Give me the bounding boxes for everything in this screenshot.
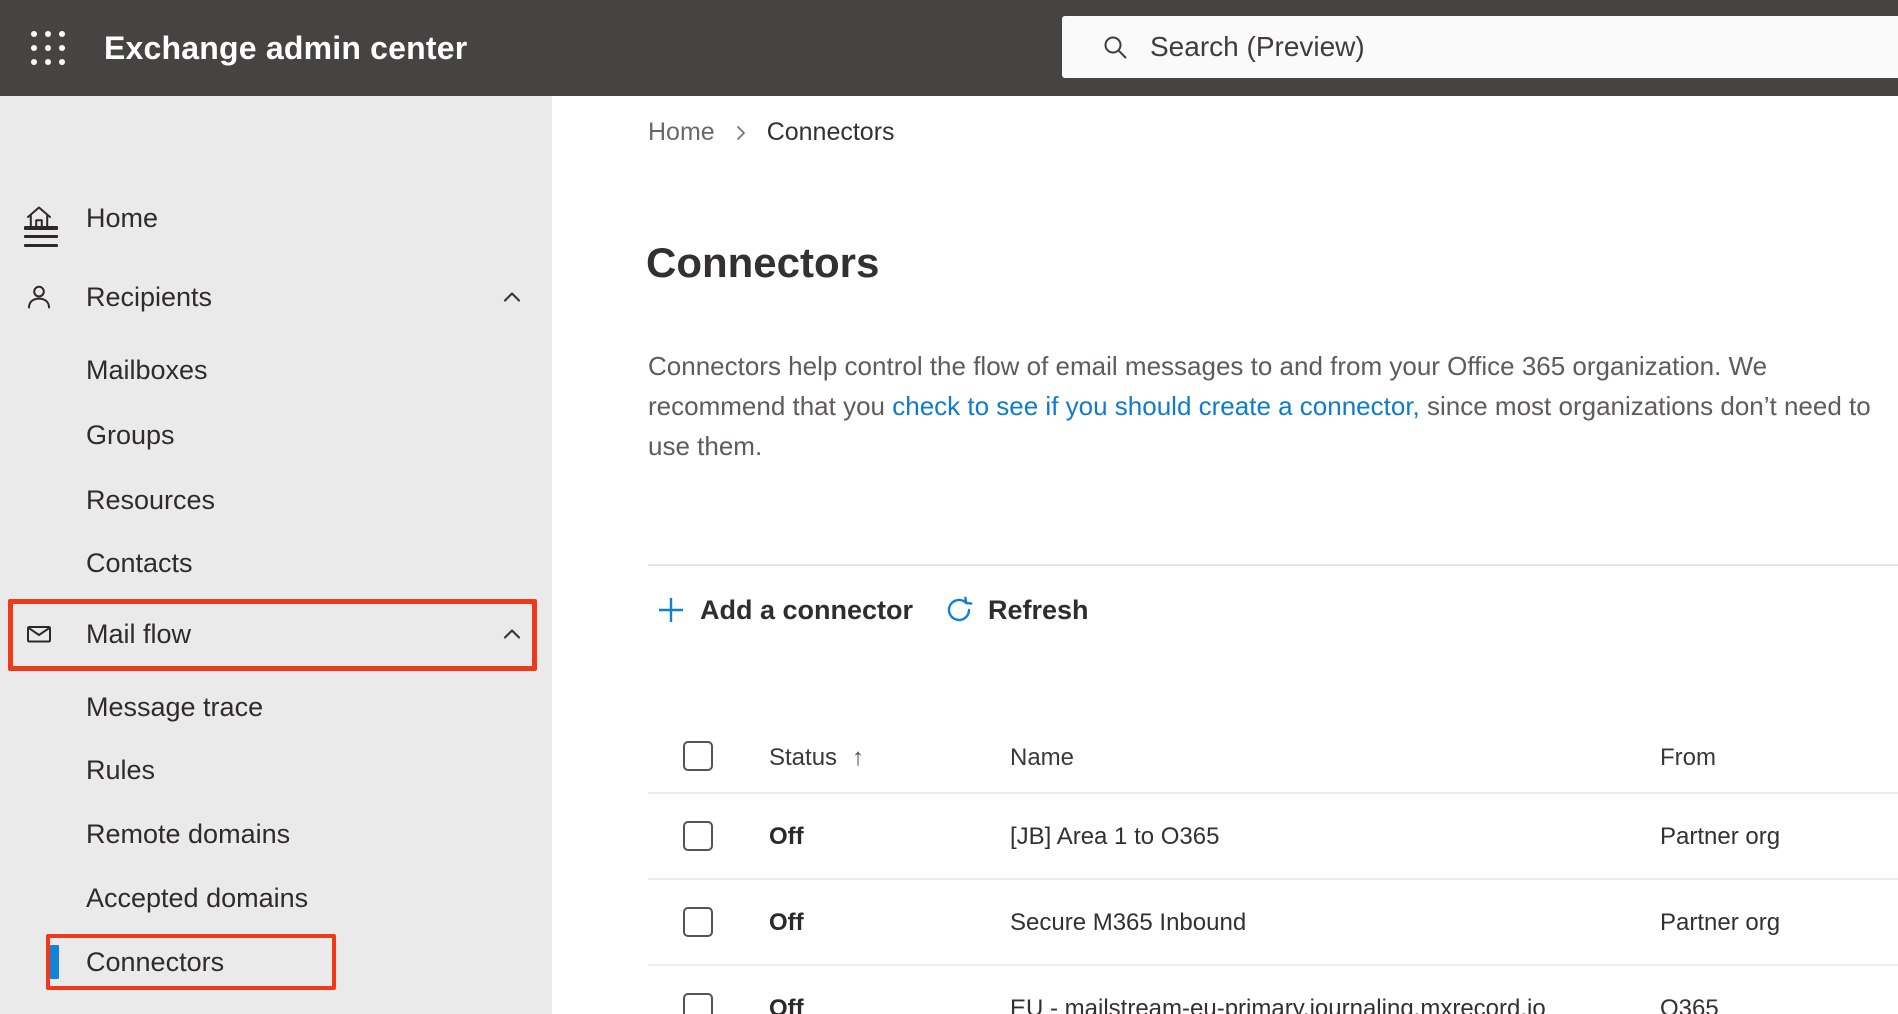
refresh-icon [944, 595, 974, 625]
search-icon [1100, 32, 1130, 62]
page-description: Connectors help control the flow of emai… [648, 346, 1874, 466]
waffle-icon [31, 31, 65, 65]
sidebar-item-label: Mail flow [86, 618, 192, 649]
sort-ascending-icon: ↑ [852, 744, 865, 771]
plus-icon [656, 595, 686, 625]
sidebar-item-label: Message trace [86, 691, 264, 722]
sidebar-item-accepted-domains[interactable]: Accepted domains [0, 866, 552, 930]
cell-from: O365 [1660, 995, 1719, 1014]
cell-status: Off [769, 909, 804, 936]
cell-name: [JB] Area 1 to O365 [1010, 823, 1220, 850]
row-checkbox[interactable] [683, 821, 713, 851]
sidebar-item-recipients[interactable]: Recipients [0, 265, 552, 329]
app-title: Exchange admin center [104, 29, 468, 66]
refresh-button[interactable]: Refresh [944, 584, 1089, 636]
cell-name: EU - mailstream-eu-primary.journaling.mx… [1010, 995, 1546, 1014]
app-launcher-button[interactable] [12, 0, 84, 96]
sidebar-item-connectors[interactable]: Connectors [0, 930, 552, 994]
toolbar-divider [648, 564, 1898, 566]
sidebar-item-message-trace[interactable]: Message trace [0, 675, 552, 739]
sidebar-item-label: Connectors [86, 946, 225, 977]
column-header-from[interactable]: From [1660, 722, 1716, 794]
sidebar-item-label: Home [86, 202, 159, 233]
sidebar-item-home[interactable]: Home [0, 186, 552, 250]
search-placeholder: Search (Preview) [1150, 31, 1365, 62]
table-row[interactable]: Off [JB] Area 1 to O365 Partner org [648, 794, 1898, 880]
home-icon [24, 203, 54, 233]
row-checkbox[interactable] [683, 907, 713, 937]
row-checkbox[interactable] [683, 993, 713, 1014]
sidebar-item-label: Recipients [86, 281, 213, 312]
page-title: Connectors [646, 239, 880, 286]
selected-indicator [50, 945, 59, 979]
sidebar-item-resources[interactable]: Resources [0, 468, 552, 532]
cell-status: Off [769, 995, 804, 1014]
sidebar-item-label: Remote domains [86, 818, 291, 849]
person-icon [24, 282, 54, 312]
sidebar-item-contacts[interactable]: Contacts [0, 531, 552, 595]
exchange-admin-center-screen: Exchange admin center Search (Preview) H… [0, 0, 1898, 1014]
topbar: Exchange admin center Search (Preview) [0, 0, 1898, 96]
sidebar-item-label: Resources [86, 484, 216, 515]
sidebar-item-mailboxes[interactable]: Mailboxes [0, 338, 552, 402]
chevron-up-icon [500, 285, 524, 309]
cell-from: Partner org [1660, 909, 1781, 936]
sidebar-item-label: Contacts [86, 547, 193, 578]
sidebar: Home Recipients Mailboxes Groups Resources Co… [0, 96, 552, 1014]
table-header: Status ↑ Name From [648, 722, 1898, 794]
status-header-label: Status [769, 744, 838, 771]
sidebar-item-label: Mailboxes [86, 354, 208, 385]
sidebar-item-remote-domains[interactable]: Remote domains [0, 802, 552, 866]
chevron-up-icon [500, 622, 524, 646]
select-all-checkbox[interactable] [683, 741, 713, 771]
sidebar-item-mail-flow[interactable]: Mail flow [0, 602, 552, 666]
add-connector-label: Add a connector [700, 594, 914, 625]
table-row[interactable]: Off Secure M365 Inbound Partner org [648, 880, 1898, 966]
mail-icon [24, 619, 54, 649]
cell-name: Secure M365 Inbound [1010, 909, 1247, 936]
breadcrumb-current: Connectors [766, 117, 895, 146]
column-header-status[interactable]: Status ↑ [769, 722, 864, 794]
column-header-name[interactable]: Name [1010, 722, 1074, 794]
sidebar-item-label: Groups [86, 419, 175, 450]
cell-status: Off [769, 823, 804, 850]
add-connector-button[interactable]: Add a connector [656, 584, 913, 636]
table-row[interactable]: Off EU - mailstream-eu-primary.journaling… [648, 966, 1898, 1014]
breadcrumb-home[interactable]: Home [648, 118, 715, 147]
chevron-right-icon [731, 123, 751, 143]
main-content: Home Connectors Connectors Connectors he… [552, 96, 1898, 1014]
create-connector-check-link[interactable]: check to see if you should create a conn… [892, 391, 1420, 421]
breadcrumb: Home Connectors [648, 110, 895, 154]
sidebar-item-groups[interactable]: Groups [0, 403, 552, 467]
sidebar-item-rules[interactable]: Rules [0, 738, 552, 802]
sidebar-item-label: Accepted domains [86, 882, 309, 913]
sidebar-item-label: Rules [86, 754, 156, 785]
search-input[interactable]: Search (Preview) [1062, 16, 1898, 78]
cell-from: Partner org [1660, 823, 1781, 850]
refresh-label: Refresh [988, 594, 1089, 625]
